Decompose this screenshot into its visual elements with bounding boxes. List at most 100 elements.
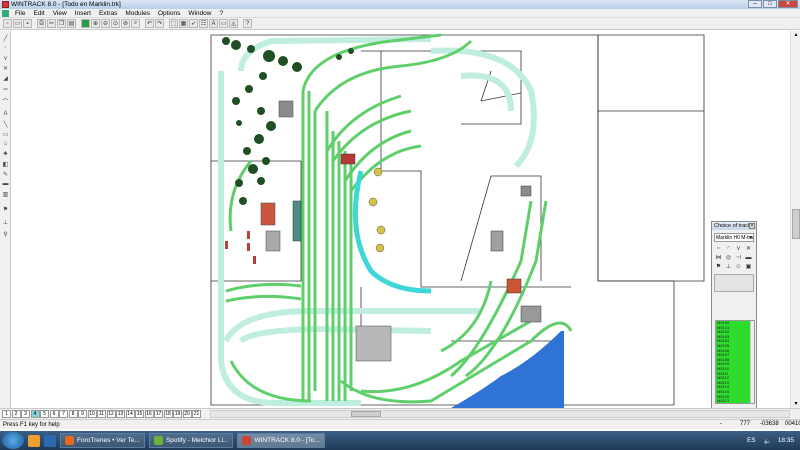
cut-icon[interactable]: ✂ xyxy=(47,19,56,28)
layer-tab[interactable]: 5 xyxy=(40,410,49,418)
media-player-icon[interactable] xyxy=(44,434,56,447)
wintrack-app-icon[interactable] xyxy=(2,1,9,8)
maximize-button[interactable]: □ xyxy=(763,0,777,8)
rectangle-tool-icon[interactable]: ▭ xyxy=(1,131,10,139)
rail-car-icon[interactable]: ▬ xyxy=(744,254,753,262)
vertical-scroll-thumb[interactable] xyxy=(792,209,800,239)
turnout-tool-icon[interactable]: ⋎ xyxy=(1,55,10,63)
switch-icon[interactable]: ⋎ xyxy=(734,245,743,253)
scroll-up-icon[interactable]: ▴ xyxy=(792,31,800,39)
layer-tab[interactable]: 1 xyxy=(2,410,11,418)
horizontal-scrollbar[interactable] xyxy=(210,410,790,418)
layer-tab[interactable]: 13 xyxy=(116,410,125,418)
ramp-tool-icon[interactable]: ◢ xyxy=(1,75,10,83)
landscape-icon[interactable]: ◬ xyxy=(229,19,238,28)
figure-icon[interactable]: ☺ xyxy=(734,263,743,271)
crossing-icon[interactable]: ✕ xyxy=(744,245,753,253)
undo-icon[interactable]: ↶ xyxy=(145,19,154,28)
curve-track-tool-icon[interactable]: ◜ xyxy=(1,45,10,53)
menu-edit[interactable]: Edit xyxy=(29,10,48,17)
measure-icon[interactable]: ▭ xyxy=(219,19,228,28)
document-icon[interactable] xyxy=(2,9,9,17)
task-spotify[interactable]: Spotify - Melchior Li... xyxy=(148,433,234,448)
track-system-select[interactable]: Marklin H0 M-tra ▾ xyxy=(714,233,754,242)
menu-modules[interactable]: Modules xyxy=(121,10,154,17)
menu-file[interactable]: File xyxy=(11,10,29,17)
layer-tab[interactable]: 12 xyxy=(106,410,116,418)
select-icon[interactable]: ⬚ xyxy=(169,19,178,28)
print-icon[interactable]: ⎙ xyxy=(37,19,46,28)
close-button[interactable]: ✕ xyxy=(778,0,798,8)
crossing-tool-icon[interactable]: ✕ xyxy=(1,65,10,73)
start-button[interactable] xyxy=(2,432,24,449)
redo-icon[interactable]: ↷ xyxy=(155,19,164,28)
turntable-icon[interactable]: ◎ xyxy=(724,254,733,262)
task-forotrenes[interactable]: ForoTrenes • Ver Te... xyxy=(60,433,145,448)
layer-tab[interactable]: 7 xyxy=(59,410,68,418)
layout-canvas[interactable]: Choice of track × Marklin H0 M-tra ▾ ╌ ◜… xyxy=(11,31,790,408)
layer-tab[interactable]: 17 xyxy=(154,410,163,418)
accessory-icon[interactable]: ▣ xyxy=(744,263,753,271)
tree-tool-icon[interactable]: ♣ xyxy=(1,151,10,159)
pointer-icon[interactable]: ➶ xyxy=(189,19,198,28)
menu-insert[interactable]: Insert xyxy=(71,10,95,17)
horizontal-scroll-thumb[interactable] xyxy=(351,411,381,417)
layer-tab[interactable]: 4 xyxy=(30,410,40,418)
explorer-icon[interactable] xyxy=(28,434,40,447)
language-indicator[interactable]: ES xyxy=(747,437,756,444)
catenary-icon[interactable]: ⊥ xyxy=(724,263,733,271)
house-tool-icon[interactable]: ⌂ xyxy=(1,141,10,149)
layer-tool-icon[interactable]: ▥ xyxy=(1,191,10,199)
layer-tab[interactable]: 21 xyxy=(192,410,201,418)
help-icon[interactable]: ? xyxy=(243,19,252,28)
signal-tool-icon[interactable]: ⚑ xyxy=(1,206,10,214)
track-list-scrollbar[interactable] xyxy=(750,321,754,403)
open-file-icon[interactable]: ▭ xyxy=(13,19,22,28)
zoom-window-icon[interactable]: ⊙ xyxy=(111,19,120,28)
double-slip-icon[interactable]: ⋈ xyxy=(714,254,723,262)
new-file-icon[interactable]: ▫ xyxy=(3,19,12,28)
pencil-tool-icon[interactable]: ✎ xyxy=(1,171,10,179)
curve-icon[interactable]: ◜ xyxy=(724,245,733,253)
pin-tool-icon[interactable]: ⚲ xyxy=(1,231,10,239)
minimize-button[interactable]: – xyxy=(748,0,762,8)
tunnel-tool-icon[interactable]: ⌒ xyxy=(1,97,10,106)
copy-icon[interactable]: ❐ xyxy=(57,19,66,28)
layer-tab[interactable]: 18 xyxy=(163,410,173,418)
menu-extras[interactable]: Extras xyxy=(95,10,121,17)
layer-tab[interactable]: 15 xyxy=(135,410,144,418)
line-tool-icon[interactable]: ╲ xyxy=(1,121,10,129)
menu-view[interactable]: View xyxy=(49,10,71,17)
layer-tab[interactable]: 14 xyxy=(125,410,135,418)
layer-tab[interactable]: 8 xyxy=(68,410,78,418)
layer-tab[interactable]: 10 xyxy=(87,410,97,418)
save-icon[interactable]: ▪ xyxy=(23,19,32,28)
layer-tab[interactable]: 20 xyxy=(182,410,192,418)
layer-tab[interactable]: 2 xyxy=(11,410,21,418)
menu-window[interactable]: Window xyxy=(184,10,215,17)
track-list[interactable]: M5100 M5101 M5102 M5103 M5104 M5105 M5106 M5107… xyxy=(715,320,755,404)
grid-icon[interactable]: ▦ xyxy=(179,19,188,28)
zoom-in-icon[interactable]: ⊕ xyxy=(91,19,100,28)
layer-tab[interactable]: 19 xyxy=(173,410,182,418)
track-tool-icon[interactable]: ☷ xyxy=(199,19,208,28)
zoom-previous-icon[interactable]: ⌕ xyxy=(131,19,140,28)
clock[interactable]: 18:35 xyxy=(778,437,794,444)
menu-help[interactable]: ? xyxy=(215,10,227,17)
color-tool-icon[interactable]: ◧ xyxy=(1,161,10,169)
zoom-out-icon[interactable]: ⊖ xyxy=(101,19,110,28)
fill-tool-icon[interactable]: ▬ xyxy=(1,181,10,189)
layout-icon[interactable] xyxy=(81,19,90,28)
catenary-tool-icon[interactable]: ⊥ xyxy=(1,219,10,227)
straight-track-icon[interactable]: ╌ xyxy=(714,245,723,253)
layer-tab[interactable]: 11 xyxy=(97,410,106,418)
text-tool-icon[interactable]: A xyxy=(1,111,10,119)
text-tool-icon[interactable]: A xyxy=(209,19,218,28)
layer-tab[interactable]: 3 xyxy=(21,410,30,418)
vertical-scrollbar[interactable]: ▴ ▾ xyxy=(790,31,800,408)
layer-tab[interactable]: 6 xyxy=(49,410,59,418)
straight-track-tool-icon[interactable]: ╱ xyxy=(1,35,10,43)
buffer-icon[interactable]: ⊣ xyxy=(734,254,743,262)
zoom-all-icon[interactable]: ⊚ xyxy=(121,19,130,28)
task-wintrack[interactable]: WINTRACK 8.0 - [To... xyxy=(237,433,325,448)
